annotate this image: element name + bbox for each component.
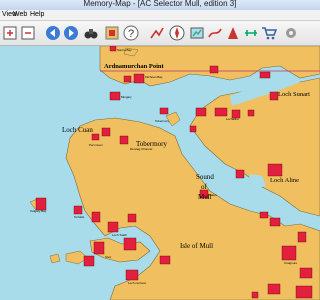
place-label-ardnamurchan: Ardnamurchan Point [104, 63, 164, 70]
chart-map-view[interactable]: Ardnamurchan Point Loch Cuan Tobermory L… [0, 46, 320, 300]
chart-tile[interactable] [297, 231, 307, 243]
chart-tile[interactable] [267, 283, 281, 295]
chart-tile[interactable] [91, 211, 101, 223]
chart-tile[interactable] [109, 46, 117, 52]
menu-bar: View Web Help [0, 10, 320, 21]
waypoint-icon[interactable] [224, 24, 242, 42]
chart-tile[interactable] [123, 237, 137, 251]
chart-tile[interactable] [133, 73, 145, 84]
measure-icon[interactable] [242, 24, 260, 42]
zoom-in-icon[interactable] [2, 24, 20, 42]
chart-tile[interactable] [127, 213, 137, 223]
chart-label-tobermory-harbour: Tobermory [155, 119, 170, 123]
chart-tile[interactable] [107, 221, 119, 233]
chart-tile[interactable] [125, 269, 139, 281]
place-label-sound-1: Sound [196, 173, 214, 181]
chart-tile[interactable] [295, 285, 313, 299]
chart-label-mingary: Mingary [121, 95, 132, 99]
chart-tile[interactable] [214, 107, 228, 117]
cart-icon[interactable] [260, 24, 278, 42]
chart-tile[interactable] [299, 267, 313, 279]
chart-label-port-cuan: Port Cuan [89, 143, 103, 147]
chart-tile[interactable] [269, 217, 281, 227]
binoculars-icon[interactable] [82, 24, 100, 42]
chart-label-calgary: Calgary Bay [30, 209, 47, 213]
menu-item-web[interactable]: Web [13, 10, 27, 20]
chart-label-craignure: Craignure [284, 261, 298, 265]
chart-label-torloisk: Torloisk [74, 215, 85, 219]
chart-label-loch-na-keal: Loch na Keal [128, 281, 146, 285]
chart-tile[interactable] [259, 211, 269, 219]
zoom-out-icon[interactable] [20, 24, 38, 42]
chart-tile[interactable] [159, 107, 169, 115]
chart-label-salen: Salen [209, 193, 217, 197]
settings-icon[interactable] [282, 24, 300, 42]
place-label-loch-aline: Loch Aline [270, 177, 299, 184]
chart-canvas[interactable]: Ardnamurchan Point Loch Cuan Tobermory L… [0, 46, 320, 300]
chart-label-sanna: Sanna Bay [117, 48, 132, 52]
chart-tile[interactable] [267, 163, 283, 177]
route-icon[interactable] [206, 24, 224, 42]
toolbar: ? [0, 21, 320, 46]
place-label-isle-of-mull: Isle of Mull [180, 242, 213, 250]
chart-tile[interactable] [101, 127, 111, 137]
chart-tile[interactable] [269, 91, 279, 101]
chart-label-dervaig: Dervaig Channel [130, 147, 153, 151]
chart-tile[interactable] [73, 205, 83, 215]
chart-tile[interactable] [91, 133, 100, 141]
chart-label-lochaline: Lochaline [226, 117, 239, 121]
place-label-sound-2: of [201, 183, 208, 191]
place-label-loch-sunart: Loch Sunart [278, 91, 310, 98]
menu-item-help[interactable]: Help [30, 10, 44, 20]
compass-icon[interactable] [168, 24, 186, 42]
chart-tile[interactable] [159, 255, 171, 265]
chart-tile[interactable] [247, 109, 255, 117]
chart-tile[interactable] [195, 107, 207, 117]
chart-tile[interactable] [123, 75, 132, 83]
chart-tile[interactable] [119, 135, 129, 145]
chart-tile[interactable] [189, 125, 197, 133]
title-bar: Memory-Map - [AC Selector Mull, edition … [0, 0, 320, 10]
chart-label-ulva: Ulva [105, 255, 111, 259]
place-label-loch-cuan: Loch Cuan [62, 126, 93, 134]
chart-tile[interactable] [83, 255, 95, 267]
chart-label-kilchoan: Kilchoan Bay [145, 75, 163, 79]
chart-tile[interactable] [281, 245, 297, 261]
map-icon[interactable] [188, 24, 206, 42]
chart-label-loch-tuath: Loch Tuath [112, 233, 127, 237]
chart-tile[interactable] [259, 71, 271, 79]
overlay-icon[interactable] [103, 24, 121, 42]
help-icon[interactable]: ? [122, 24, 140, 42]
svg-text:?: ? [128, 28, 134, 40]
window-title: Memory-Map - [AC Selector Mull, edition … [83, 0, 237, 8]
track-icon[interactable] [148, 24, 166, 42]
forward-icon[interactable] [62, 24, 80, 42]
chart-tile[interactable] [93, 241, 105, 255]
back-icon[interactable] [44, 24, 62, 42]
chart-tile[interactable] [209, 65, 219, 74]
chart-tile[interactable] [251, 291, 259, 299]
chart-tile[interactable] [235, 169, 245, 179]
chart-tile[interactable] [109, 91, 121, 101]
